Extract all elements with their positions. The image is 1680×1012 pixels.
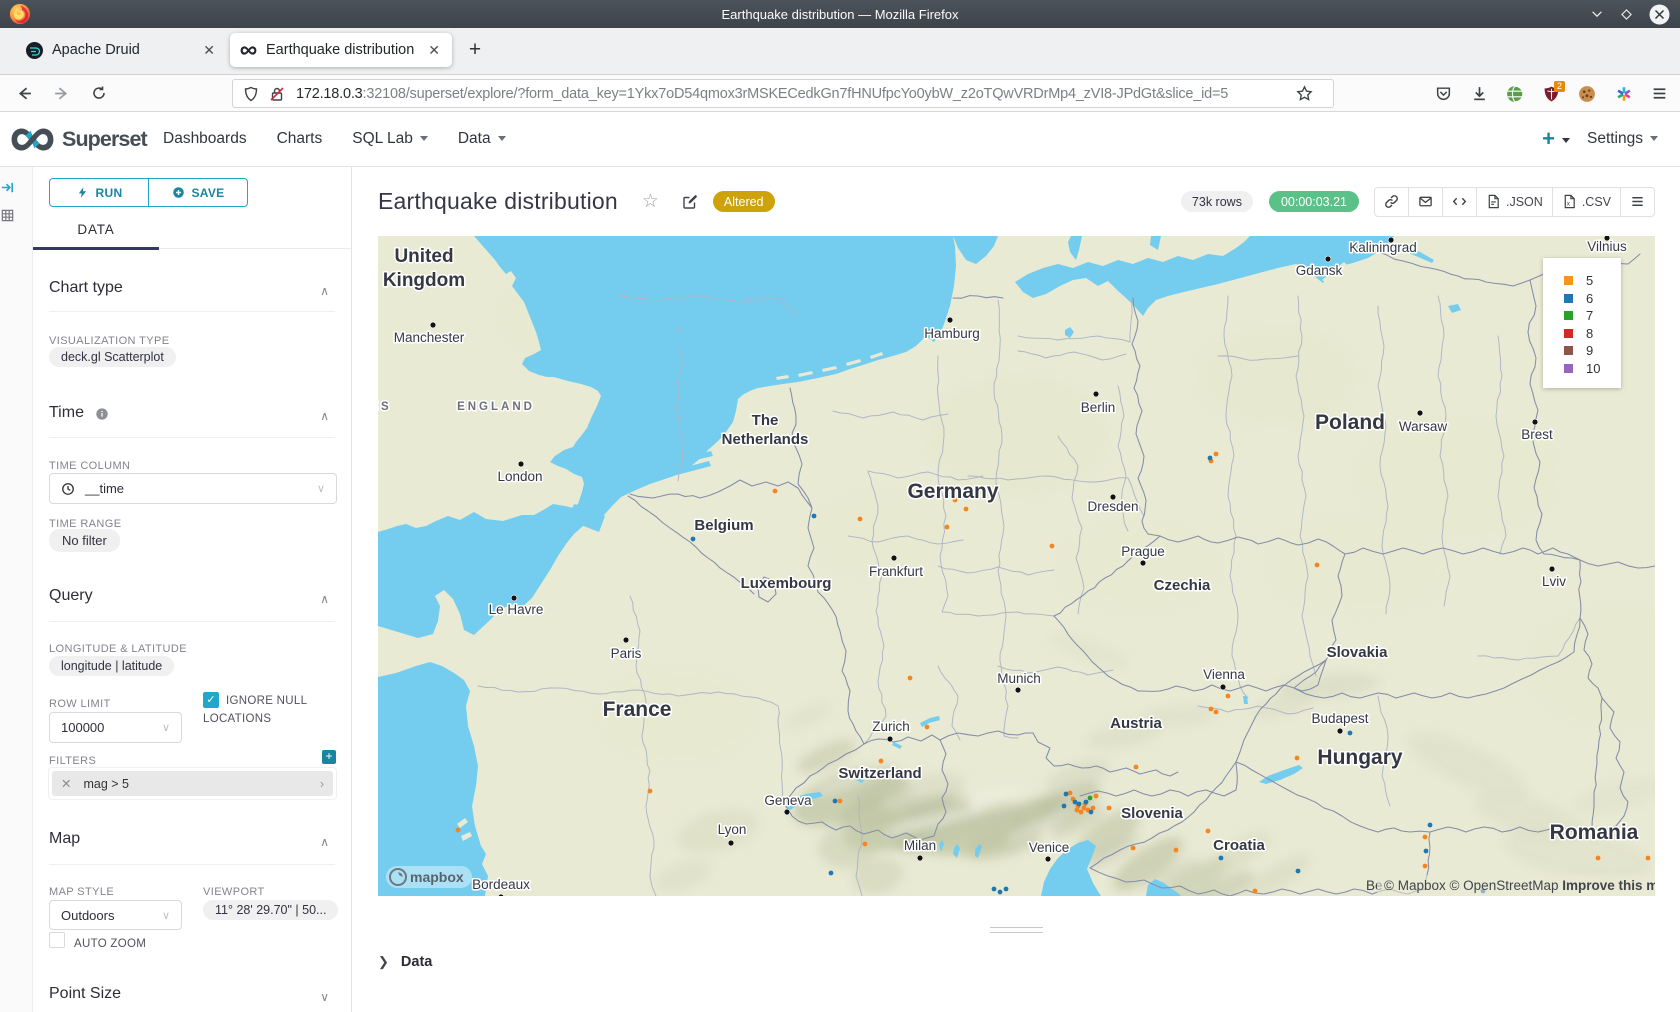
svg-text:Frankfurt: Frankfurt [869, 564, 923, 579]
svg-text:Czechia: Czechia [1154, 577, 1211, 594]
svg-text:© Mapbox © OpenStreetMap Impro: © Mapbox © OpenStreetMap Improve this ma… [1384, 878, 1655, 893]
svg-text:Budapest: Budapest [1311, 711, 1368, 726]
svg-text:Vilnius: Vilnius [1587, 239, 1627, 254]
svg-text:Lviv: Lviv [1542, 574, 1566, 589]
svg-text:Croatia: Croatia [1213, 837, 1265, 854]
svg-text:Bordeaux: Bordeaux [472, 877, 530, 892]
svg-text:Prague: Prague [1121, 544, 1165, 559]
svg-text:10: 10 [1586, 361, 1600, 376]
svg-text:Manchester: Manchester [394, 330, 465, 345]
svg-text:Luxembourg: Luxembourg [741, 575, 832, 592]
svg-text:ES: ES [378, 401, 392, 413]
svg-text:Warsaw: Warsaw [1399, 419, 1448, 434]
svg-text:Dresden: Dresden [1087, 499, 1138, 514]
svg-text:Slovenia: Slovenia [1121, 805, 1183, 822]
svg-text:Lyon: Lyon [718, 822, 747, 837]
svg-text:Hamburg: Hamburg [924, 326, 980, 341]
svg-text:Hungary: Hungary [1317, 746, 1403, 769]
svg-text:Geneva: Geneva [764, 793, 812, 808]
svg-text:France: France [603, 698, 672, 721]
svg-text:9: 9 [1586, 343, 1593, 358]
svg-text:Germany: Germany [907, 480, 998, 503]
svg-text:mapbox: mapbox [410, 869, 464, 885]
svg-text:Gdansk: Gdansk [1296, 263, 1343, 278]
svg-text:Poland: Poland [1315, 411, 1385, 434]
svg-text:x: x [1567, 200, 1571, 207]
svg-text:7: 7 [1586, 308, 1593, 323]
svg-text:Vienna: Vienna [1203, 667, 1245, 682]
svg-text:Belgium: Belgium [694, 517, 753, 534]
svg-text:Kingdom: Kingdom [383, 270, 465, 291]
svg-text:London: London [497, 469, 542, 484]
svg-text:Paris: Paris [611, 646, 642, 661]
svg-text:Zurich: Zurich [872, 719, 910, 734]
svg-text:5: 5 [1586, 273, 1593, 288]
svg-text:Kaliningrad: Kaliningrad [1349, 240, 1417, 255]
svg-text:Milan: Milan [904, 838, 936, 853]
svg-text:Slovakia: Slovakia [1327, 644, 1389, 661]
svg-text:8: 8 [1586, 326, 1593, 341]
svg-text:Switzerland: Switzerland [838, 765, 921, 782]
svg-text:Munich: Munich [997, 671, 1041, 686]
svg-text:Venice: Venice [1029, 840, 1070, 855]
svg-text:Romania: Romania [1550, 821, 1639, 844]
svg-text:Le Havre: Le Havre [489, 602, 544, 617]
svg-text:Berlin: Berlin [1081, 400, 1116, 415]
svg-text:Netherlands: Netherlands [722, 431, 809, 448]
svg-text:United: United [394, 246, 453, 267]
svg-text:ENGLAND: ENGLAND [457, 401, 535, 413]
svg-text:The: The [752, 412, 779, 429]
svg-text:6: 6 [1586, 291, 1593, 306]
svg-text:Brest: Brest [1521, 427, 1553, 442]
svg-text:Austria: Austria [1110, 715, 1162, 732]
